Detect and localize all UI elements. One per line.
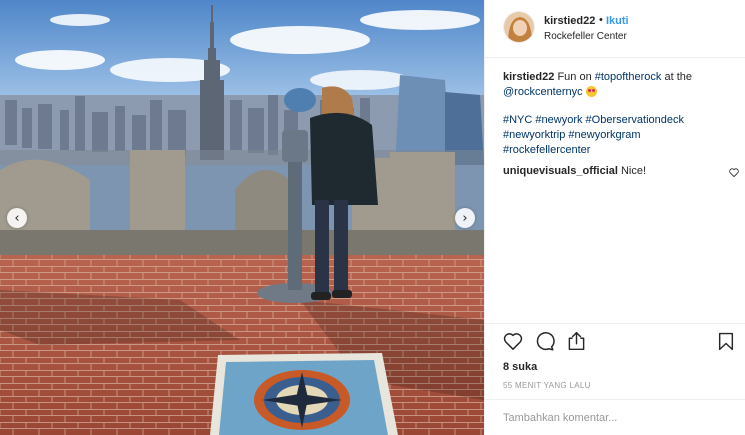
- hashtag-link[interactable]: #newyorkgram: [568, 129, 640, 141]
- comment-bubble-icon[interactable]: [535, 332, 555, 354]
- add-comment-bar: [485, 399, 745, 435]
- comments-section: kirstied22 Fun on #topoftherock at the @…: [503, 70, 739, 179]
- header-username[interactable]: kirstied22: [544, 15, 595, 27]
- comment-username[interactable]: uniquevisuals_official: [503, 165, 618, 177]
- post-actions: 8 suka 55 MENIT YANG LALU: [485, 323, 745, 435]
- location-link[interactable]: Rockefeller Center: [544, 31, 627, 42]
- separator-dot: •: [599, 14, 603, 26]
- post-timestamp: 55 MENIT YANG LALU: [503, 381, 591, 390]
- hashtag-link[interactable]: #newyork: [535, 114, 582, 126]
- caption-username[interactable]: kirstied22: [503, 71, 554, 83]
- like-count[interactable]: 8 suka: [503, 361, 537, 373]
- share-icon[interactable]: [567, 331, 586, 354]
- heart-eyes-emoji-icon: [585, 86, 597, 97]
- chevron-right-icon: ›: [462, 210, 468, 226]
- comment-item: uniquevisuals_official Nice!: [503, 164, 739, 179]
- carousel-next-button[interactable]: ›: [455, 208, 475, 228]
- hashtag-link[interactable]: #Oberservationdeck: [586, 114, 684, 126]
- caption-text: Fun on: [557, 71, 592, 83]
- carousel-prev-button[interactable]: ‹: [7, 208, 27, 228]
- comment-like-icon[interactable]: [729, 167, 739, 182]
- photo-illustration: [0, 0, 484, 435]
- hashtag-link[interactable]: #rockefellercenter: [503, 144, 590, 156]
- follow-button[interactable]: Ikuti: [606, 15, 629, 27]
- mention-link[interactable]: @rockcenternyc: [503, 86, 583, 98]
- comment-input[interactable]: [503, 409, 728, 427]
- hashtag-link[interactable]: #NYC: [503, 114, 532, 126]
- hashtag-link[interactable]: #topoftherock: [595, 71, 662, 83]
- comment-text: Nice!: [620, 165, 647, 177]
- chevron-left-icon: ‹: [14, 210, 20, 226]
- hashtag-list: #NYC #newyork #Oberservationdeck #newyor…: [503, 113, 735, 158]
- post-caption: kirstied22 Fun on #topoftherock at the @…: [503, 70, 735, 100]
- avatar[interactable]: [503, 11, 535, 43]
- post-side-panel: kirstied22 • Ikuti Rockefeller Center ki…: [484, 0, 745, 435]
- hashtag-link[interactable]: #newyorktrip: [503, 129, 565, 141]
- post-photo[interactable]: ‹ ›: [0, 0, 484, 435]
- like-heart-icon[interactable]: [503, 332, 523, 353]
- post-header: kirstied22 • Ikuti Rockefeller Center: [485, 0, 745, 58]
- caption-text: at the: [664, 71, 692, 83]
- bookmark-icon[interactable]: [718, 332, 734, 354]
- avatar-image: [504, 12, 534, 42]
